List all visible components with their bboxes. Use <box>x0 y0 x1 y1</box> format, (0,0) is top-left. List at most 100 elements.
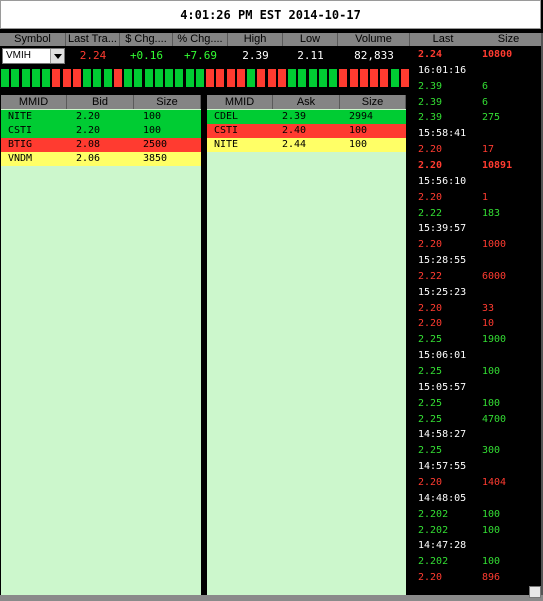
tick-red <box>61 68 72 88</box>
col-last-trade[interactable]: Last Tra... <box>66 33 120 46</box>
ts-trade-row: 2.39 275 <box>410 110 541 126</box>
ts-time: 15:58:41 <box>418 128 467 140</box>
ask-col-ask[interactable]: Ask <box>273 95 340 109</box>
ts-trade-row: 2.202 100 <box>410 523 541 539</box>
bid-mmid: NITE <box>8 111 33 122</box>
col-high[interactable]: High <box>228 33 283 46</box>
tick-green <box>143 68 154 88</box>
ts-col-last[interactable]: Last <box>410 33 476 46</box>
ts-size: 1 <box>482 191 489 203</box>
ts-size: 6000 <box>482 270 507 282</box>
bid-size: 3850 <box>143 153 168 164</box>
ts-time: 15:25:23 <box>418 286 467 298</box>
bid-size: 2500 <box>143 139 168 150</box>
percent-change-value: +7.69 <box>183 49 218 62</box>
tick-green <box>41 68 51 88</box>
col-low[interactable]: Low <box>283 33 338 46</box>
ts-time: 15:28:55 <box>418 255 467 267</box>
ts-price: 2.25 <box>418 413 443 425</box>
ts-trade-row: 2.25 300 <box>410 443 541 459</box>
tick-red <box>235 68 246 88</box>
resize-grip-icon[interactable] <box>529 586 541 598</box>
ask-row[interactable]: CSTI 2.40 100 <box>207 124 406 138</box>
bid-price: 2.20 <box>76 111 101 122</box>
tick-red <box>399 68 410 88</box>
ts-size: 1900 <box>482 334 507 346</box>
tick-green <box>317 68 328 88</box>
ts-size: 300 <box>482 445 501 457</box>
tick-green <box>82 68 92 88</box>
tick-green <box>153 68 164 88</box>
ts-price: 2.20 <box>418 572 443 584</box>
ts-price: 2.20 <box>418 302 443 314</box>
ask-header: MMID Ask Size <box>207 95 406 109</box>
bid-price: 2.06 <box>76 153 101 164</box>
ts-size: 10891 <box>482 159 513 171</box>
tick-green <box>102 68 113 88</box>
col-percent-change[interactable]: % Chg.... <box>173 33 228 46</box>
bid-row[interactable]: NITE 2.20 100 <box>1 110 201 124</box>
ts-price: 2.39 <box>418 112 443 124</box>
ask-size: 100 <box>349 139 368 150</box>
ts-trade-row: 2.20 896 <box>410 570 541 586</box>
chevron-down-icon[interactable] <box>50 49 64 63</box>
ask-col-mmid[interactable]: MMID <box>207 95 273 109</box>
ask-price: 2.40 <box>282 125 307 136</box>
ts-price: 2.202 <box>418 556 449 568</box>
ts-price: 2.25 <box>418 445 443 457</box>
ts-col-size[interactable]: Size <box>476 33 541 46</box>
bid-col-mmid[interactable]: MMID <box>1 95 67 109</box>
ts-trade-row: 2.39 6 <box>410 95 541 111</box>
ts-trade-row: 2.22 183 <box>410 206 541 222</box>
ts-trade-row: 2.202 100 <box>410 554 541 570</box>
tick-green <box>246 68 256 88</box>
tick-red <box>348 68 359 88</box>
bid-size: 100 <box>143 125 162 136</box>
tick-red <box>112 68 123 88</box>
ask-mmid: CSTI <box>214 125 239 136</box>
ask-mmid: NITE <box>214 139 239 150</box>
ts-trade-row: 2.22 6000 <box>410 269 541 285</box>
ts-price: 2.25 <box>418 366 443 377</box>
bid-col-bid[interactable]: Bid <box>67 95 134 109</box>
ts-time-row: 15:28:55 <box>410 253 541 269</box>
ts-size: 100 <box>482 556 501 568</box>
symbol-select[interactable]: VMIH <box>2 48 65 64</box>
tick-red <box>215 68 226 88</box>
ts-time: 14:48:05 <box>418 492 467 504</box>
ts-trade-row: 2.202 100 <box>410 507 541 523</box>
ts-time-row: 14:57:55 <box>410 459 541 475</box>
bid-col-size[interactable]: Size <box>134 95 201 109</box>
ts-size: 183 <box>482 207 501 219</box>
bid-row[interactable]: VNDM 2.06 3850 <box>1 152 201 166</box>
ask-size: 2994 <box>349 111 374 122</box>
ask-size: 100 <box>349 125 368 136</box>
bid-header: MMID Bid Size <box>1 95 201 109</box>
ask-row[interactable]: NITE 2.44 100 <box>207 138 406 152</box>
bid-mmid: BTIG <box>8 139 33 150</box>
ts-time: 15:05:57 <box>418 381 467 393</box>
ask-panel: MMID Ask Size CDEL 2.39 2994 CSTI 2.40 100 NIT… <box>207 95 406 595</box>
ts-time-row: 15:56:10 <box>410 174 541 190</box>
ts-trade-row: 2.20 1 <box>410 190 541 206</box>
ask-col-size[interactable]: Size <box>340 95 406 109</box>
ask-mmid: CDEL <box>214 111 239 122</box>
bid-price: 2.08 <box>76 139 101 150</box>
ts-time-row: 14:58:27 <box>410 427 541 443</box>
tick-green <box>133 68 144 88</box>
time-and-sales[interactable]: Last Size 2.24 10800 16:01:16 2.39 6 2.39 6 2.3… <box>410 33 541 596</box>
tick-green <box>123 68 133 88</box>
tick-green <box>194 68 205 88</box>
ts-price: 2.20 <box>418 239 443 251</box>
col-dollar-change[interactable]: $ Chg.... <box>120 33 173 46</box>
symbol-value: VMIH <box>6 50 31 61</box>
bid-row[interactable]: CSTI 2.20 100 <box>1 124 201 138</box>
low-value: 2.11 <box>297 49 324 62</box>
col-volume[interactable]: Volume <box>338 33 410 46</box>
ask-row[interactable]: CDEL 2.39 2994 <box>207 110 406 124</box>
bid-row[interactable]: BTIG 2.08 2500 <box>1 138 201 152</box>
col-symbol[interactable]: Symbol <box>0 33 66 46</box>
ts-size: 100 <box>482 366 501 377</box>
tick-red <box>51 68 62 88</box>
tick-red <box>338 68 349 88</box>
